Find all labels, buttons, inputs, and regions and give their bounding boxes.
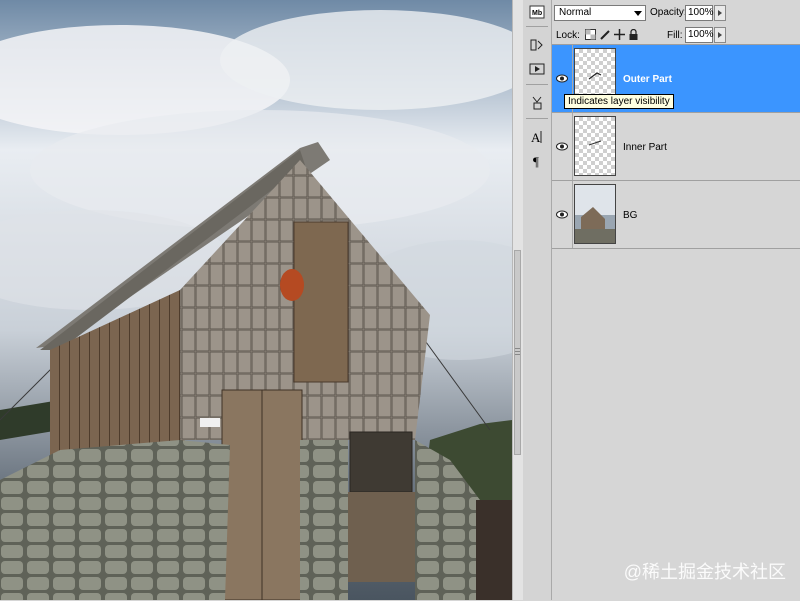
actions-icon[interactable] <box>527 60 547 78</box>
fill-label: Fill: <box>667 30 683 41</box>
opacity-slider-toggle[interactable] <box>714 5 726 21</box>
watermark: @稀土掘金技术社区 <box>623 562 786 582</box>
lock-all-icon[interactable] <box>628 29 639 40</box>
character-icon[interactable]: A <box>527 128 547 146</box>
layer-row-bg[interactable]: BG <box>552 181 800 249</box>
layers-panel: Normal Opacity: 100% Lock: Fill: 100% Ou… <box>552 0 800 600</box>
lock-image-pixels-icon[interactable] <box>600 29 611 40</box>
scrollbar-grip <box>515 348 520 356</box>
dock-divider <box>526 118 548 119</box>
dock-divider <box>526 26 548 27</box>
layer-thumbnail <box>574 184 616 244</box>
layer-divider <box>572 113 573 180</box>
svg-text:¶: ¶ <box>533 154 539 169</box>
hut-photo <box>0 0 512 600</box>
document-canvas[interactable] <box>0 0 512 600</box>
layer-name[interactable]: BG <box>623 210 637 221</box>
fill-slider-toggle[interactable] <box>714 27 726 43</box>
layer-row-inner-part[interactable]: Inner Part <box>552 113 800 181</box>
visibility-tooltip: Indicates layer visibility <box>564 94 674 109</box>
opacity-input[interactable]: 100% <box>685 5 714 21</box>
vertical-scrollbar[interactable] <box>512 0 523 600</box>
chevron-down-icon <box>634 11 642 16</box>
layer-list: Outer Part Inner Part BG <box>552 44 800 601</box>
eye-icon[interactable] <box>554 71 570 85</box>
eye-icon[interactable] <box>554 139 570 153</box>
eye-icon[interactable] <box>554 207 570 221</box>
mini-bridge-icon[interactable]: Mb <box>527 3 547 21</box>
blend-opacity-row: Normal Opacity: 100% <box>552 5 800 23</box>
history-icon[interactable] <box>527 36 547 54</box>
lock-transparent-pixels-icon[interactable] <box>585 29 596 40</box>
lock-label: Lock: <box>556 30 580 41</box>
collapsed-panel-dock: Mb A ¶ <box>523 0 552 600</box>
layer-name[interactable]: Outer Part <box>623 74 672 85</box>
tool-presets-icon[interactable] <box>527 94 547 112</box>
svg-text:Mb: Mb <box>532 10 542 17</box>
lock-position-icon[interactable] <box>614 29 625 40</box>
blend-mode-dropdown[interactable]: Normal <box>554 5 646 21</box>
svg-text:A: A <box>531 130 541 145</box>
layer-name[interactable]: Inner Part <box>623 142 667 153</box>
paragraph-icon[interactable]: ¶ <box>527 152 547 170</box>
dock-divider <box>526 84 548 85</box>
blend-mode-value: Normal <box>559 7 592 18</box>
opacity-label: Opacity: <box>650 7 687 18</box>
layer-divider <box>572 181 573 248</box>
layer-thumbnail <box>574 116 616 176</box>
lock-fill-row: Lock: Fill: 100% <box>552 27 800 45</box>
fill-input[interactable]: 100% <box>685 27 714 43</box>
